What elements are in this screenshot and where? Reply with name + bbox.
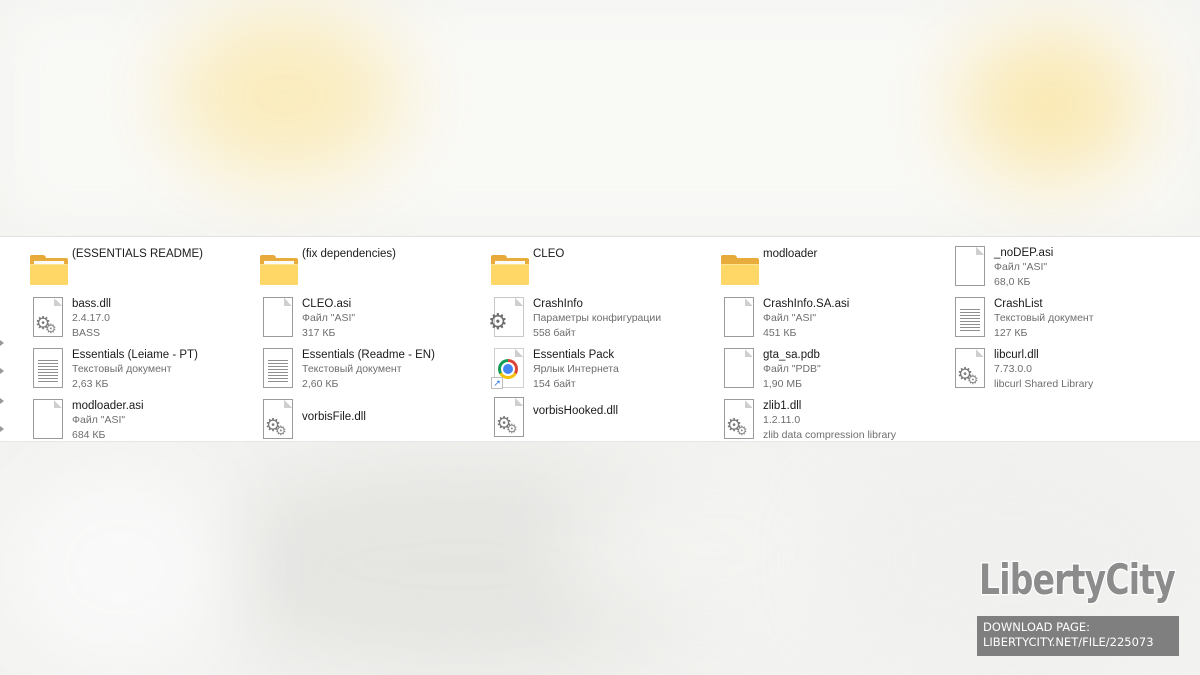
file-item-zlib1-dll[interactable]: ⚙ ⚙ zlib1.dll 1.2.11.0 zlib data compress… <box>719 397 944 447</box>
file-name: bass.dll <box>72 298 111 310</box>
file-description: libcurl Shared Library <box>994 377 1094 390</box>
text-document-icon <box>950 295 990 339</box>
file-description: BASS <box>72 326 101 339</box>
file-name: CrashInfo <box>533 298 583 310</box>
file-name: (ESSENTIALS README) <box>72 248 203 260</box>
text-document-icon <box>258 346 298 390</box>
folder-icon <box>489 245 529 289</box>
file-size: 127 КБ <box>994 326 1028 339</box>
file-type: Ярлык Интернета <box>533 363 619 375</box>
file-name: CLEO.asi <box>302 298 352 310</box>
text-document-icon <box>28 346 68 390</box>
file-item-essentials-leiame-pt[interactable]: Essentials (Leiame - PT) Текстовый докум… <box>28 346 253 396</box>
file-name: libcurl.dll <box>994 349 1039 361</box>
file-icon <box>719 295 759 339</box>
file-name: (fix dependencies) <box>302 248 396 260</box>
dll-gear-icon: ⚙ ⚙ <box>489 395 529 439</box>
download-page-badge: DOWNLOAD PAGE: LIBERTYCITY.NET/FILE/2250… <box>977 616 1179 656</box>
file-item-crashinfo-sa-asi[interactable]: CrashInfo.SA.asi Файл "ASI" 451 КБ <box>719 295 944 345</box>
file-item-fix-dependencies-folder[interactable]: (fix dependencies) <box>258 245 483 295</box>
file-type: Текстовый документ <box>72 363 172 375</box>
file-type: Файл "PDB" <box>763 363 821 375</box>
file-name: modloader <box>763 248 818 260</box>
file-item-modloader-folder[interactable]: modloader <box>719 245 944 295</box>
file-name: zlib1.dll <box>763 400 802 412</box>
file-size: 2,60 КБ <box>302 377 339 390</box>
file-icon <box>950 244 990 288</box>
file-version: 2.4.17.0 <box>72 312 110 324</box>
file-size: 684 КБ <box>72 428 106 441</box>
folder-icon <box>719 245 759 289</box>
file-name: CrashInfo.SA.asi <box>763 298 850 310</box>
file-name: gta_sa.pdb <box>763 349 820 361</box>
file-icon <box>258 295 298 339</box>
file-size: 558 байт <box>533 326 576 339</box>
file-icon <box>719 346 759 390</box>
download-label: DOWNLOAD PAGE: <box>983 620 1091 634</box>
file-name: Essentials Pack <box>533 349 615 361</box>
shortcut-arrow-icon: ↗ <box>491 377 503 389</box>
dll-gear-icon: ⚙ ⚙ <box>950 346 990 390</box>
dll-gear-icon: ⚙ ⚙ <box>719 397 759 441</box>
file-size: 1,90 МБ <box>763 377 802 390</box>
file-name: _noDEP.asi <box>994 247 1054 259</box>
file-name: vorbisFile.dll <box>302 411 366 423</box>
file-size: 154 байт <box>533 377 576 390</box>
file-item-cleo-asi[interactable]: CLEO.asi Файл "ASI" 317 КБ <box>258 295 483 345</box>
file-name: Essentials (Leiame - PT) <box>72 349 198 361</box>
settings-file-icon: ⚙ <box>488 295 529 339</box>
file-item-essentials-readme-en[interactable]: Essentials (Readme - EN) Текстовый докум… <box>258 346 483 396</box>
file-item-cleo-folder[interactable]: CLEO <box>489 245 714 295</box>
file-icon <box>28 397 68 441</box>
file-item-crashinfo[interactable]: ⚙ CrashInfo Параметры конфигурации 558 б… <box>488 295 714 345</box>
chrome-shortcut-icon: ↗ <box>489 346 529 390</box>
left-pane-edge <box>0 237 6 441</box>
file-item-bass-dll[interactable]: ⚙ ⚙ bass.dll 2.4.17.0 BASS <box>28 295 253 345</box>
file-type: Файл "ASI" <box>994 261 1048 273</box>
file-size: 317 КБ <box>302 326 336 339</box>
file-type: Текстовый документ <box>994 312 1094 324</box>
libertycity-logo: LibertyCity <box>978 554 1177 606</box>
folder-icon <box>28 245 68 289</box>
file-name: CrashList <box>994 298 1043 310</box>
file-item-modloader-asi[interactable]: modloader.asi Файл "ASI" 684 КБ <box>28 397 253 447</box>
file-type: Файл "ASI" <box>72 414 126 426</box>
file-size: 451 КБ <box>763 326 797 339</box>
folder-icon <box>258 245 298 289</box>
file-name: CLEO <box>533 248 565 260</box>
download-url: LIBERTYCITY.NET/FILE/225073 <box>983 635 1154 649</box>
file-explorer-panel: (ESSENTIALS README) (fix dependencies) C… <box>0 236 1200 442</box>
file-type: Текстовый документ <box>302 363 402 375</box>
file-item-essentials-pack[interactable]: ↗ Essentials Pack Ярлык Интернета 154 ба… <box>489 346 714 396</box>
file-item-crashlist[interactable]: CrashList Текстовый документ 127 КБ <box>950 295 1175 345</box>
svg-text:LibertyCity: LibertyCity <box>979 555 1175 604</box>
file-item-gta-sa-pdb[interactable]: gta_sa.pdb Файл "PDB" 1,90 МБ <box>719 346 944 396</box>
file-size: 68,0 КБ <box>994 275 1031 288</box>
file-item-vorbishooked-dll[interactable]: ⚙ ⚙ vorbisHooked.dll <box>489 395 714 445</box>
file-description: zlib data compression library <box>763 428 897 441</box>
file-type: Файл "ASI" <box>302 312 356 324</box>
file-item-essentials-readme-folder[interactable]: (ESSENTIALS README) <box>28 245 253 295</box>
file-name: modloader.asi <box>72 400 144 412</box>
file-item-vorbisfile-dll[interactable]: ⚙ ⚙ vorbisFile.dll <box>258 397 483 447</box>
file-size: 2,63 КБ <box>72 377 109 390</box>
file-name: Essentials (Readme - EN) <box>302 349 435 361</box>
file-version: 1.2.11.0 <box>763 414 801 426</box>
file-version: 7.73.0.0 <box>994 363 1032 375</box>
file-type: Файл "ASI" <box>763 312 817 324</box>
file-item-libcurl-dll[interactable]: ⚙ ⚙ libcurl.dll 7.73.0.0 libcurl Shared L… <box>950 346 1175 396</box>
dll-gear-icon: ⚙ ⚙ <box>28 295 68 339</box>
dll-gear-icon: ⚙ ⚙ <box>258 397 298 441</box>
file-type: Параметры конфигурации <box>533 312 662 324</box>
file-name: vorbisHooked.dll <box>533 405 619 417</box>
file-item-nodep-asi[interactable]: _noDEP.asi Файл "ASI" 68,0 КБ <box>950 244 1175 294</box>
